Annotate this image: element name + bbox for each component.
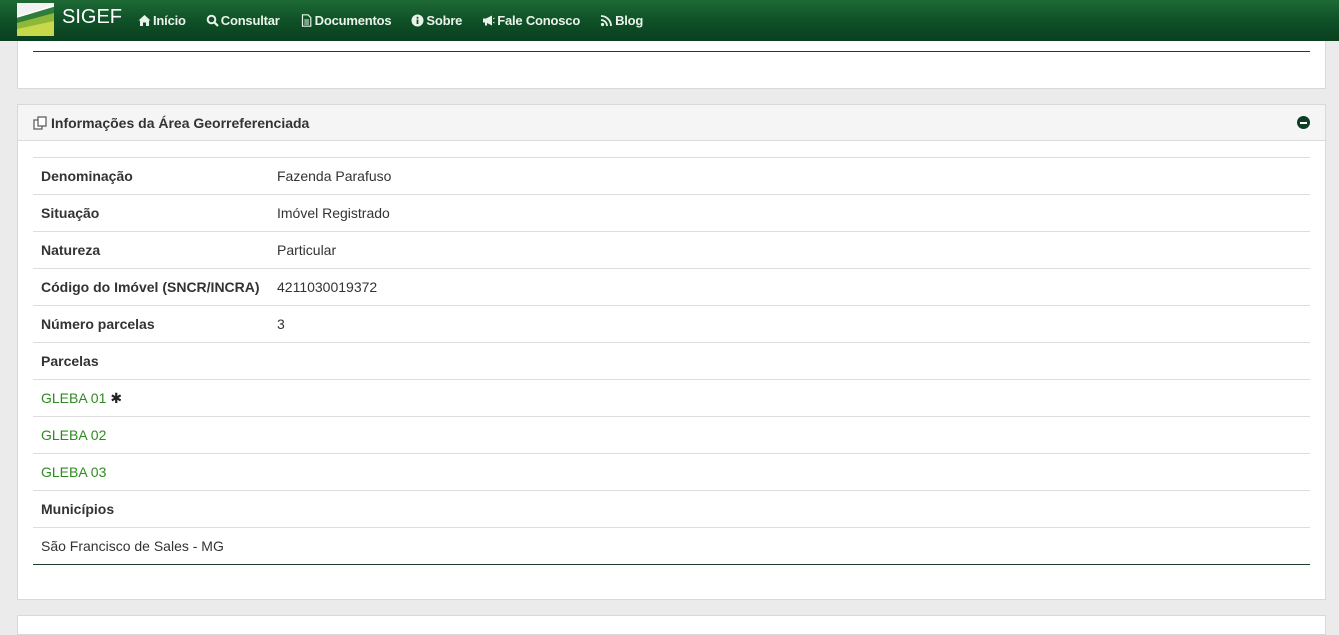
nav-item-inicio[interactable]: Início: [138, 13, 186, 28]
collapse-button[interactable]: [1297, 116, 1310, 129]
row-value: Imóvel Registrado: [269, 194, 1310, 232]
search-icon: [206, 14, 219, 27]
nav-label: Blog: [615, 13, 644, 28]
brand-name: SIGEF: [62, 6, 123, 28]
row-value: 4211030019372: [269, 268, 1310, 306]
parcela-link-gleba-03[interactable]: GLEBA 03: [41, 464, 106, 480]
nav-item-consultar[interactable]: Consultar: [206, 13, 280, 28]
table-row: Natureza Particular: [33, 231, 1310, 269]
nav-label: Sobre: [426, 13, 463, 28]
previous-panel: [17, 38, 1326, 89]
nav-label: Documentos: [314, 13, 392, 28]
rss-icon: [600, 15, 612, 27]
panel-title: Informações da Área Georreferenciada: [51, 114, 310, 131]
table-row: São Francisco de Sales - MG: [33, 527, 1310, 565]
row-value: Particular: [269, 231, 1310, 269]
asterisk-icon: ✱: [110, 389, 123, 406]
document-icon: [301, 14, 312, 27]
parcela-link-gleba-02[interactable]: GLEBA 02: [41, 427, 106, 443]
megaphone-icon: [483, 15, 495, 26]
table-row: GLEBA 03: [33, 453, 1310, 491]
parcela-cell: GLEBA 01 ✱: [33, 379, 1310, 417]
table-row: Situação Imóvel Registrado: [33, 194, 1310, 232]
divider: [33, 51, 1310, 52]
table-row: GLEBA 01 ✱: [33, 379, 1310, 417]
nav-item-documentos[interactable]: Documentos: [300, 13, 392, 28]
parcelas-label: Parcelas: [33, 342, 1310, 380]
area-info-panel: Informações da Área Georreferenciada Den…: [17, 104, 1326, 600]
row-label: Natureza: [33, 231, 269, 269]
table-row: Denominação Fazenda Parafuso: [33, 157, 1310, 195]
next-panel: [17, 615, 1326, 635]
nav-label: Fale Conosco: [497, 13, 581, 28]
info-icon: [411, 14, 424, 27]
panel-heading: Informações da Área Georreferenciada: [18, 105, 1325, 141]
nav-item-sobre[interactable]: Sobre: [411, 13, 462, 28]
row-value: 3: [269, 305, 1310, 343]
parcela-cell: GLEBA 03: [33, 453, 1310, 491]
row-label: Número parcelas: [33, 305, 269, 343]
municipio-value: São Francisco de Sales - MG: [33, 527, 1310, 565]
row-label: Situação: [33, 194, 269, 232]
nav-item-blog[interactable]: Blog: [600, 13, 643, 28]
home-icon: [138, 15, 151, 26]
row-label: Denominação: [33, 157, 269, 195]
table-row: Municípios: [33, 490, 1310, 528]
table-row: Código do Imóvel (SNCR/INCRA) 4211030019…: [33, 268, 1310, 306]
row-value: Fazenda Parafuso: [269, 157, 1310, 195]
brand[interactable]: SIGEF: [17, 0, 122, 41]
copy-icon: [33, 115, 47, 130]
area-info-table: Denominação Fazenda Parafuso Situação Im…: [33, 157, 1310, 565]
table-row: GLEBA 02: [33, 416, 1310, 454]
sigef-logo-icon: [17, 3, 54, 36]
top-navbar: SIGEF Início Consultar Documentos Sobre …: [0, 0, 1339, 41]
nav-item-fale-conosco[interactable]: Fale Conosco: [482, 13, 580, 28]
table-row: Parcelas: [33, 342, 1310, 380]
municipios-label: Municípios: [33, 490, 1310, 528]
parcela-link-gleba-01[interactable]: GLEBA 01: [41, 390, 106, 406]
nav-label: Início: [153, 13, 186, 28]
main-nav: Início Consultar Documentos Sobre Fale C…: [138, 13, 663, 28]
row-label: Código do Imóvel (SNCR/INCRA): [33, 268, 269, 306]
nav-label: Consultar: [220, 13, 280, 28]
table-row: Número parcelas 3: [33, 305, 1310, 343]
parcela-cell: GLEBA 02: [33, 416, 1310, 454]
